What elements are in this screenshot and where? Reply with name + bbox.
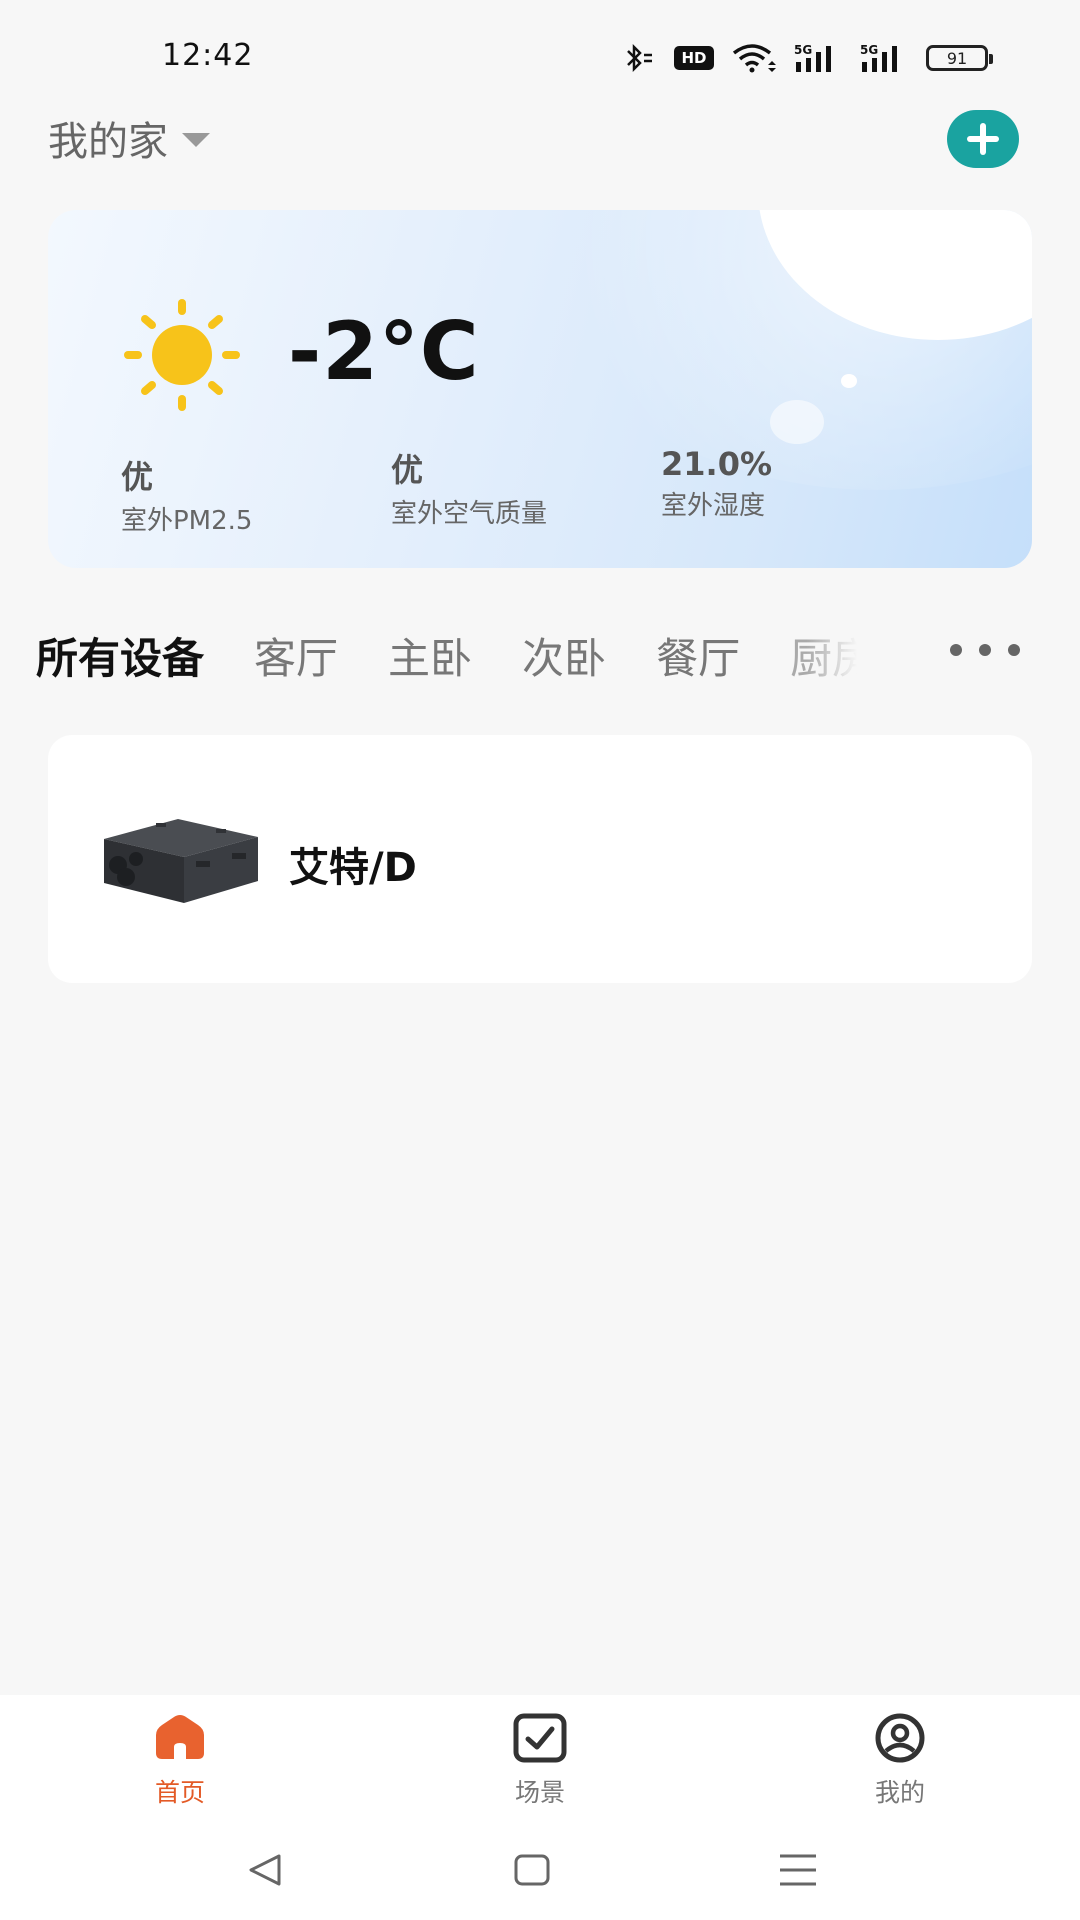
bottom-nav: 首页 场景 我的 [0, 1695, 1080, 1820]
home-selector[interactable]: 我的家 [48, 110, 210, 166]
caret-down-icon [182, 133, 210, 147]
metric-value: 优 [121, 458, 154, 496]
profile-icon [875, 1713, 925, 1763]
nav-label: 我的 [874, 1778, 925, 1807]
nav-label: 首页 [154, 1778, 205, 1807]
status-time: 12:42 [162, 38, 254, 73]
ventilation-unit-image [104, 819, 258, 903]
metric-label: 室外空气质量 [391, 499, 548, 529]
home-icon [156, 1715, 204, 1759]
background-bubble [770, 400, 824, 444]
metric-humidity: 21.0% 室外湿度 [661, 445, 772, 522]
5g-signal-icon: 5G [860, 43, 897, 72]
svg-text:5G: 5G [794, 43, 812, 57]
tab-second-bedroom[interactable]: 次卧 [522, 625, 606, 686]
battery-icon: 91 [926, 45, 993, 71]
device-name: 艾特/D [289, 845, 417, 891]
bluetooth-icon [627, 43, 652, 73]
tab-all-devices[interactable]: 所有设备 [36, 625, 204, 686]
metric-label: 室外PM2.5 [121, 506, 253, 536]
tab-dining-room[interactable]: 餐厅 [656, 625, 740, 686]
home-title: 我的家 [48, 119, 168, 165]
dot [1008, 644, 1020, 656]
weather-card[interactable]: -2°C 优 室外PM2.5 优 室外空气质量 21.0% 室外湿度 [48, 210, 1032, 568]
home-square-icon[interactable] [512, 1850, 552, 1890]
5g-signal-icon: 5G [794, 43, 831, 72]
room-tabs: 所有设备 客厅 主卧 次卧 餐厅 厨房 [36, 620, 936, 690]
svg-text:5G: 5G [860, 43, 878, 57]
metric-value: 21.0% [661, 445, 773, 483]
status-icons: HD 5G 5G 91 [622, 40, 993, 76]
metric-air-quality: 优 室外空气质量 [391, 445, 547, 530]
nav-label: 场景 [514, 1778, 565, 1807]
tab-master-bedroom[interactable]: 主卧 [388, 625, 472, 686]
hd-icon: HD [674, 46, 714, 70]
device-card[interactable]: 艾特/D [48, 735, 1032, 983]
temperature: -2°C [288, 305, 480, 398]
metric-label: 室外湿度 [661, 491, 766, 521]
nav-profile[interactable]: 我的 [720, 1695, 1080, 1820]
more-dots-icon[interactable] [950, 628, 1020, 672]
status-bar: 12:42 HD 5G 5G 91 [0, 0, 1080, 110]
tab-living-room[interactable]: 客厅 [254, 625, 338, 686]
tab-kitchen[interactable]: 厨房 [790, 625, 874, 686]
menu-icon[interactable] [778, 1850, 818, 1890]
background-bubble-small [841, 374, 857, 388]
nav-scene[interactable]: 场景 [360, 1695, 720, 1820]
dot [950, 644, 962, 656]
scene-checkbox-icon [513, 1713, 567, 1763]
add-button[interactable] [947, 110, 1019, 168]
sun-icon [124, 299, 240, 411]
back-icon[interactable] [245, 1850, 285, 1890]
metric-value: 优 [391, 451, 424, 489]
nav-home[interactable]: 首页 [0, 1695, 360, 1820]
wifi-icon [732, 44, 776, 73]
system-nav-bar [0, 1820, 1080, 1920]
dot [979, 644, 991, 656]
plus-icon [967, 123, 999, 155]
metric-pm25: 优 室外PM2.5 [121, 452, 252, 537]
